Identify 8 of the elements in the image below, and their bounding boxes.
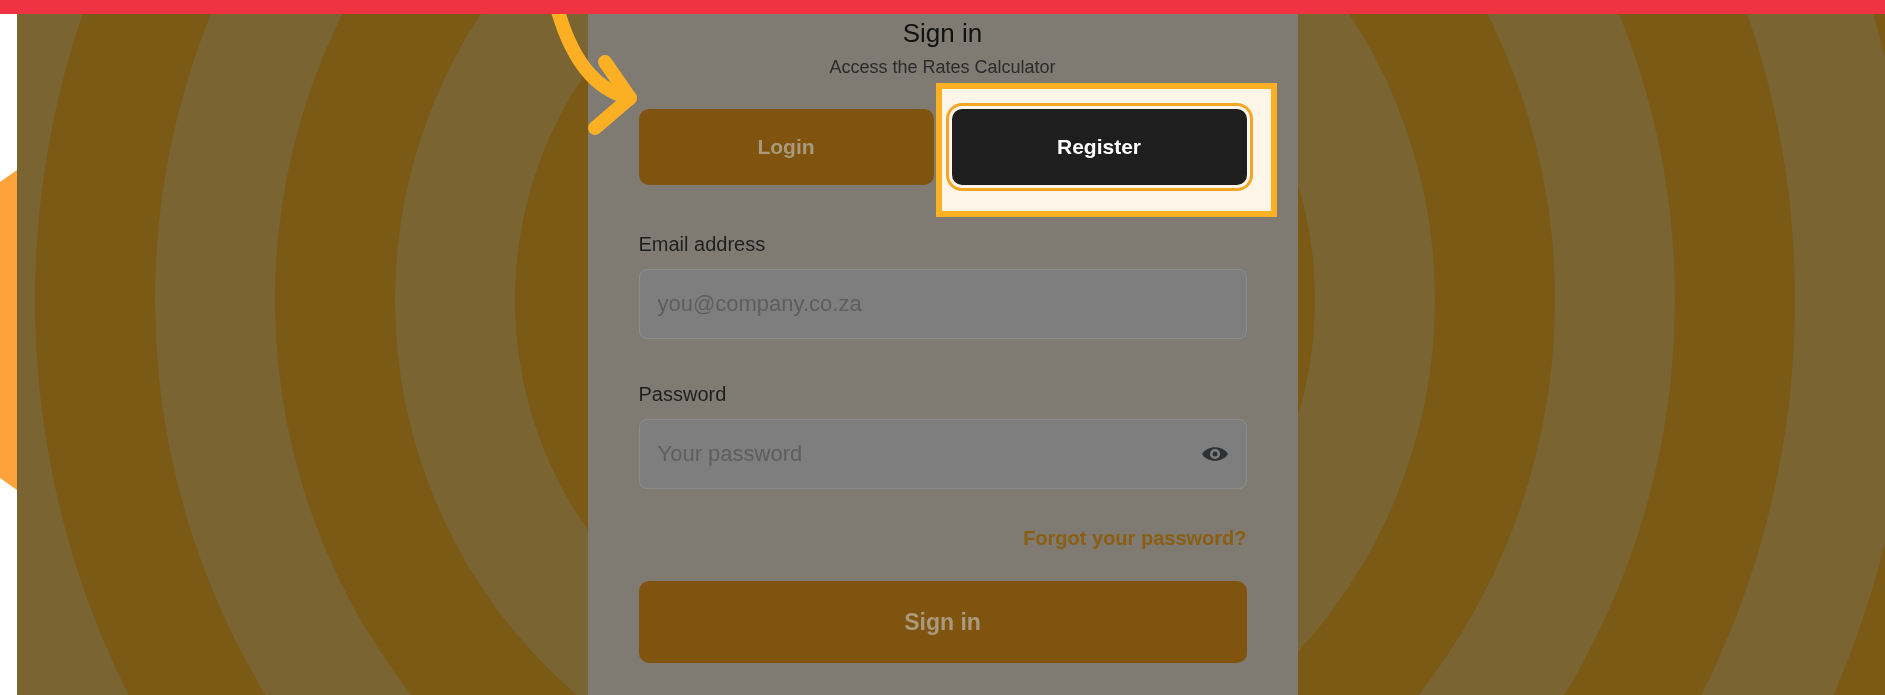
forgot-password-link[interactable]: Forgot your password? — [1023, 523, 1247, 553]
card-subtitle: Access the Rates Calculator — [828, 56, 1057, 79]
card-heading: Sign in — [901, 18, 984, 48]
sign-in-button[interactable]: Sign in — [638, 581, 1247, 663]
eye-icon[interactable] — [1200, 444, 1229, 464]
tab-button[interactable]: Login — [638, 109, 934, 185]
field-label: Password — [638, 382, 728, 407]
field-label: Email address — [638, 232, 767, 257]
